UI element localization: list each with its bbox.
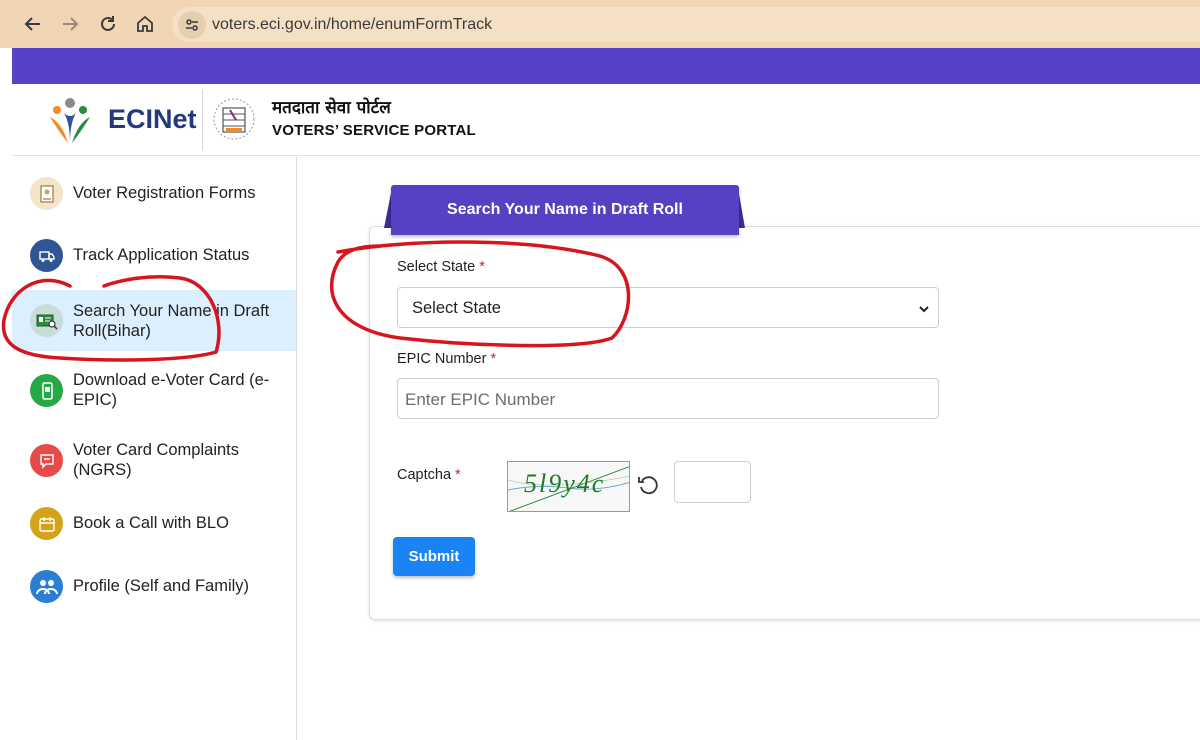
arrow-right-icon [63,17,79,31]
id-search-icon [30,304,63,337]
epic-input[interactable]: Enter EPIC Number [397,378,939,419]
captcha-text: 5l9y4c [524,469,606,498]
submit-button[interactable]: Submit [393,537,475,576]
site-info-button[interactable] [178,11,206,39]
form-title-tab: Search Your Name in Draft Roll [391,185,739,235]
state-select[interactable]: Select State [397,287,939,328]
sidebar-item-book-blo[interactable]: Book a Call with BLO [12,499,296,547]
sidebar-item-complaints[interactable]: Voter Card Complaints (NGRS) [12,430,296,490]
form-icon [30,177,63,210]
site-settings-icon [186,19,198,31]
sidebar: Voter Registration Forms Track Applicati… [12,157,297,740]
calendar-icon [30,507,63,540]
sidebar-item-label: Track Application Status [73,246,250,264]
sidebar-item-download-epic[interactable]: Download e-Voter Card (e-EPIC) [12,360,296,420]
reload-icon [101,16,115,31]
tab-ribbon-fold [738,188,745,228]
top-banner [12,48,1200,84]
url-text: voters.eci.gov.in/home/enumFormTrack [212,16,493,33]
sidebar-item-voter-registration[interactable]: Voter Registration Forms [12,169,296,217]
portal-title-hindi: मतदाता सेवा पोर्टल [272,98,391,118]
home-icon [137,15,153,32]
state-select-value: Select State [412,299,501,317]
reload-button[interactable] [93,9,123,39]
refresh-captcha-icon[interactable] [636,473,660,497]
sidebar-item-label: Search Your Name in Draft Roll(Bihar) [73,302,270,340]
forward-button[interactable] [55,9,85,39]
back-button[interactable] [18,9,48,39]
eci-logo[interactable] [42,93,98,149]
form-card [369,226,1200,620]
sidebar-item-label: Download e-Voter Card (e-EPIC) [73,371,270,409]
portal-header: ECINet मतदाता सेवा पोर्टल VOTERS’ SERVIC… [12,84,1200,156]
sidebar-item-profile[interactable]: Profile (Self and Family) [12,562,296,610]
epic-placeholder: Enter EPIC Number [405,390,556,409]
sidebar-item-track-status[interactable]: Track Application Status [12,231,296,279]
required-mark: * [455,467,461,483]
address-bar[interactable]: voters.eci.gov.in/home/enumFormTrack [172,7,1200,42]
arrow-left-icon [24,17,40,31]
required-mark: * [490,351,497,367]
header-divider [202,90,203,150]
required-mark: * [479,259,485,275]
sidebar-item-label: Book a Call with BLO [73,514,229,532]
truck-icon [30,239,63,272]
sidebar-item-label: Profile (Self and Family) [73,577,250,595]
sidebar-item-search-draft-roll[interactable]: Search Your Name in Draft Roll(Bihar) [12,290,296,351]
portal-title-english: VOTERS’ SERVICE PORTAL [272,122,476,139]
browser-toolbar: voters.eci.gov.in/home/enumFormTrack [0,0,1200,48]
state-label: Select State * [397,259,485,275]
form-title: Search Your Name in Draft Roll [447,201,683,218]
captcha-label: Captcha * [397,467,461,483]
home-button[interactable] [130,9,160,39]
brand-name: ECINet [108,104,197,134]
sidebar-item-label: Voter Card Complaints (NGRS) [73,441,239,479]
family-icon [30,570,63,603]
sidebar-item-label: Voter Registration Forms [73,184,256,202]
captcha-input[interactable] [674,461,751,503]
epic-label: EPIC Number * [397,351,497,367]
complaint-icon [30,444,63,477]
captcha-image: 5l9y4c [507,461,630,512]
ballot-logo [213,98,255,140]
phone-card-icon [30,374,63,407]
chevron-down-icon [919,306,929,313]
